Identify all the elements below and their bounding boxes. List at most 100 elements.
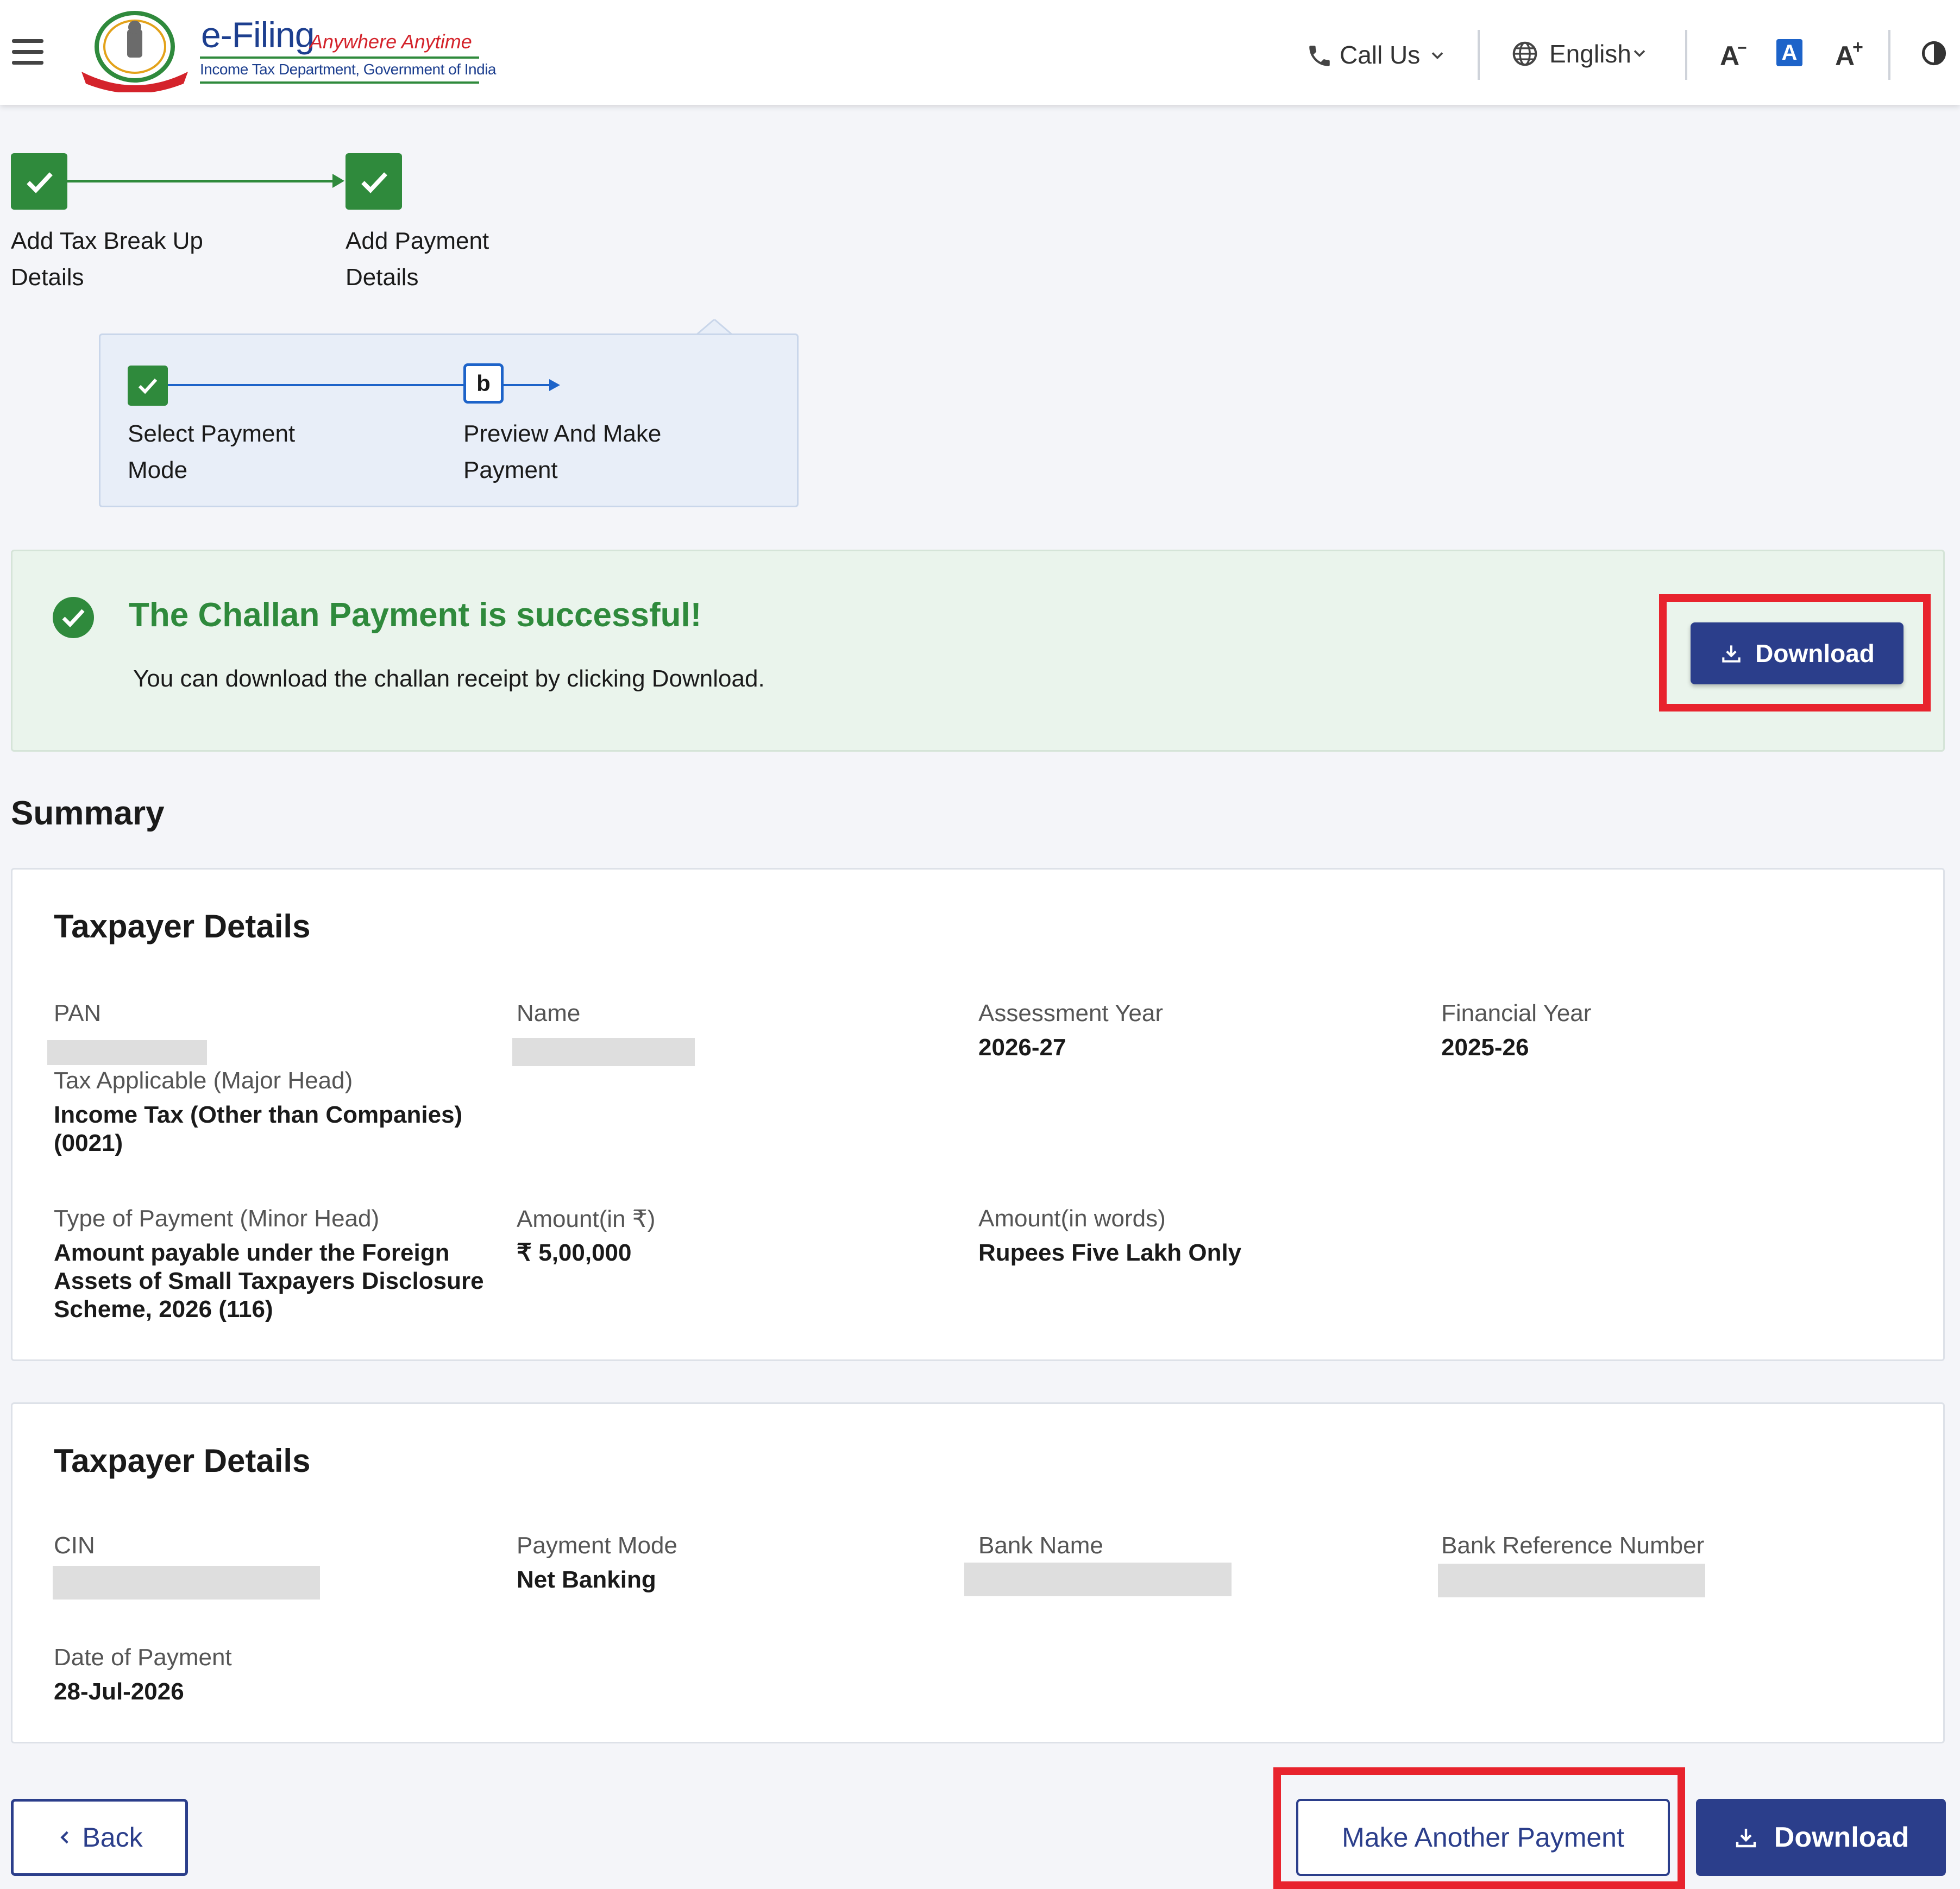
arrow-right-icon: [332, 174, 344, 188]
amount-label: Amount(in ₹): [517, 1206, 656, 1232]
arrow-right-icon: [549, 379, 560, 391]
date-of-payment-label: Date of Payment: [54, 1644, 232, 1671]
amount-value: ₹ 5,00,000: [517, 1239, 632, 1266]
substep-2-marker-label: b: [476, 370, 491, 396]
financial-year-label: Financial Year: [1441, 1000, 1592, 1027]
substep-1-label-line2: Mode: [128, 457, 188, 483]
step-2-complete-icon: [345, 153, 402, 210]
amount-words-value: Rupees Five Lakh Only: [978, 1239, 1242, 1266]
back-button[interactable]: Back: [11, 1799, 188, 1876]
menu-icon[interactable]: [12, 39, 43, 65]
footer-download-label: Download: [1774, 1822, 1909, 1853]
step-2-label-line1: Add Payment: [345, 228, 489, 254]
card-title: Taxpayer Details: [54, 908, 311, 944]
call-us-dropdown[interactable]: Call Us: [1306, 38, 1449, 71]
bank-reference-label: Bank Reference Number: [1441, 1532, 1705, 1559]
major-head-value-line1: Income Tax (Other than Companies): [54, 1101, 463, 1128]
header-separator: [1478, 30, 1480, 80]
amount-words-label: Amount(in words): [978, 1205, 1166, 1232]
major-head-value: Income Tax (Other than Companies) (0021): [54, 1101, 462, 1157]
header-separator: [1888, 30, 1890, 80]
language-dropdown[interactable]: English: [1510, 36, 1657, 71]
step-connector: [67, 180, 339, 182]
font-reset-label: A: [1781, 40, 1798, 65]
success-title: The Challan Payment is successful!: [129, 596, 702, 634]
step-2-label: Add Payment Details: [345, 223, 489, 295]
payment-mode-value: Net Banking: [517, 1566, 656, 1593]
chevron-down-icon: [1634, 50, 1645, 58]
major-head-value-line2: (0021): [54, 1130, 123, 1156]
globe-icon: [1512, 41, 1537, 66]
bank-name-value-redacted: [964, 1563, 1232, 1596]
emblem-logo-icon: [81, 11, 188, 92]
back-label: Back: [82, 1822, 143, 1853]
minor-head-value-line3: Scheme, 2026 (116): [54, 1296, 273, 1323]
logo-title: e-Filing: [201, 15, 315, 55]
make-another-payment-button[interactable]: Make Another Payment: [1296, 1799, 1670, 1876]
substep-2-label-line1: Preview And Make: [463, 420, 662, 447]
substep-2-label-line2: Payment: [463, 457, 558, 483]
substep-1-label-line1: Select Payment: [128, 420, 296, 447]
cin-value-redacted: [53, 1566, 320, 1600]
card-title: Taxpayer Details: [54, 1443, 311, 1479]
pan-value-redacted: [47, 1040, 207, 1065]
header-separator: [1685, 30, 1687, 80]
assessment-year-label: Assessment Year: [978, 1000, 1163, 1027]
success-banner: The Challan Payment is successful! You c…: [11, 550, 1945, 752]
substep-1-complete-icon: [128, 366, 168, 406]
minor-head-label: Type of Payment (Minor Head): [54, 1205, 380, 1232]
logo-divider: [200, 56, 479, 59]
success-message: You can download the challan receipt by …: [133, 665, 765, 692]
payment-mode-label: Payment Mode: [517, 1532, 677, 1559]
logo-divider-bottom: [200, 81, 479, 84]
name-value-redacted: [512, 1038, 695, 1066]
pan-label: PAN: [54, 1000, 102, 1027]
download-icon: [1722, 645, 1741, 663]
chevron-left-icon: [60, 1831, 69, 1844]
logo-tagline: Anywhere Anytime: [310, 30, 472, 53]
cin-label: CIN: [54, 1532, 95, 1559]
step-1-label-line1: Add Tax Break Up: [11, 228, 203, 254]
name-label: Name: [517, 1000, 581, 1027]
font-decrease-label: A: [1720, 41, 1740, 71]
substep-2-current-marker: b: [463, 363, 504, 404]
language-label: English: [1549, 40, 1631, 68]
bank-reference-value-redacted: [1438, 1564, 1705, 1597]
step-2-label-line2: Details: [345, 264, 419, 291]
assessment-year-value: 2026-27: [978, 1034, 1066, 1061]
font-increase-label: A: [1835, 41, 1855, 71]
minor-head-value-line2: Assets of Small Taxpayers Disclosure: [54, 1268, 484, 1294]
step-1-label-line2: Details: [11, 264, 84, 291]
step-1-label: Add Tax Break Up Details: [11, 223, 203, 295]
font-increase-button[interactable]: A +: [1834, 36, 1864, 72]
phone-icon: [1309, 46, 1330, 66]
logo-subtitle: Income Tax Department, Government of Ind…: [200, 61, 497, 78]
make-another-payment-label: Make Another Payment: [1342, 1822, 1624, 1853]
font-decrease-button[interactable]: A −: [1719, 36, 1749, 72]
banner-download-button[interactable]: Download: [1691, 622, 1904, 684]
major-head-label: Tax Applicable (Major Head): [54, 1067, 353, 1094]
font-reset-button[interactable]: A: [1776, 39, 1802, 66]
contrast-icon[interactable]: [1920, 39, 1948, 67]
payment-details-card: Taxpayer Details CIN Payment Mode Net Ba…: [11, 1402, 1945, 1743]
bank-name-label: Bank Name: [978, 1532, 1103, 1559]
taxpayer-details-card: Taxpayer Details PAN Name Assessment Yea…: [11, 868, 1945, 1361]
banner-download-label: Download: [1755, 639, 1875, 668]
success-check-icon: [53, 597, 94, 638]
financial-year-value: 2025-26: [1441, 1034, 1529, 1061]
plus-icon: +: [1852, 37, 1863, 58]
summary-heading: Summary: [11, 795, 165, 832]
minor-head-value-line1: Amount payable under the Foreign: [54, 1239, 450, 1266]
call-us-label: Call Us: [1340, 41, 1421, 69]
top-header: e-Filing Anywhere Anytime Income Tax Dep…: [0, 0, 1960, 105]
chevron-down-icon: [1431, 52, 1443, 60]
step-1-complete-icon: [11, 153, 67, 210]
substep-panel: b Select Payment Mode Preview And Make P…: [99, 333, 799, 507]
substep-1-label: Select Payment Mode: [128, 415, 295, 488]
date-of-payment-value: 28-Jul-2026: [54, 1678, 184, 1705]
minor-head-value: Amount payable under the Foreign Assets …: [54, 1239, 484, 1324]
footer-download-button[interactable]: Download: [1696, 1799, 1946, 1876]
substep-2-label: Preview And Make Payment: [463, 415, 661, 488]
minus-icon: −: [1737, 39, 1747, 57]
download-icon: [1736, 1829, 1756, 1848]
